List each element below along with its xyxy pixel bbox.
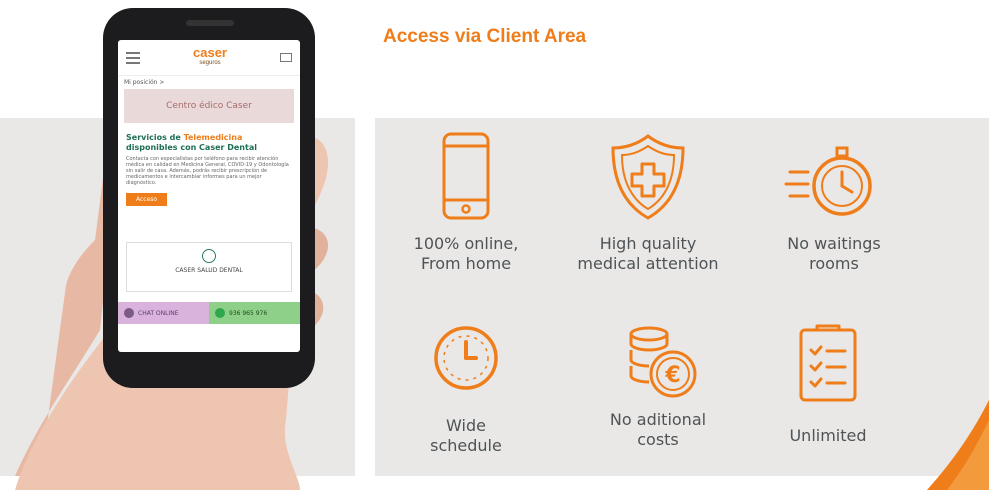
svg-text:€: €	[664, 363, 680, 388]
stopwatch-icon	[784, 146, 872, 216]
dental-label: CASER SALUD DENTAL	[175, 267, 243, 274]
clipboard-checklist-icon	[799, 324, 857, 402]
feature-label: Unlimited	[789, 426, 867, 445]
feature-label: No waitings rooms	[787, 234, 881, 273]
chat-icon	[124, 308, 134, 318]
feature-schedule: Wide schedule	[376, 318, 556, 456]
phone-screen: caser seguros Mi posición > Centro édico…	[118, 40, 300, 352]
euro-coins-icon: €	[629, 326, 697, 398]
contact-bar: CHAT ONLINE 936 965 976	[118, 302, 300, 324]
breadcrumb[interactable]: Mi posición >	[118, 76, 300, 89]
phone-number: 936 965 976	[229, 309, 268, 317]
feature-unlimited: Unlimited	[738, 318, 918, 446]
hamburger-menu-icon[interactable]	[126, 49, 140, 67]
page-title: Access via Client Area	[383, 26, 587, 47]
chat-online-button[interactable]: CHAT ONLINE	[118, 302, 209, 324]
banner-text: Centro édico Caser	[166, 101, 252, 111]
feature-no-costs: € No aditional costs	[568, 316, 748, 450]
app-header: caser seguros	[118, 40, 300, 76]
page: Access via Client Area 100% online, From…	[0, 0, 989, 490]
card-title-part: disponibles con Caser Dental	[126, 143, 257, 152]
whatsapp-icon	[215, 308, 225, 318]
corner-swoosh-decoration	[927, 400, 989, 490]
card-title: Servicios de Telemedicina disponibles co…	[126, 133, 292, 153]
whatsapp-button[interactable]: 936 965 976	[209, 302, 300, 324]
telemedicine-card: Servicios de Telemedicina disponibles co…	[118, 123, 300, 210]
feature-label: No aditional costs	[609, 410, 707, 449]
clock-icon	[434, 326, 498, 390]
feature-label: Wide schedule	[430, 416, 502, 455]
card-body: Contacta con especialistas por teléfono …	[126, 156, 289, 186]
mail-icon[interactable]	[279, 53, 292, 62]
phone-notch	[186, 20, 234, 26]
card-title-highlight: Telemedicina	[183, 133, 243, 142]
shield-cross-icon	[611, 134, 685, 220]
feature-label: 100% online, From home	[413, 234, 519, 273]
feature-no-wait: No waitings rooms	[744, 134, 924, 274]
tablet-icon	[442, 132, 490, 220]
dental-icon	[202, 249, 216, 263]
caser-logo: caser seguros	[193, 46, 227, 69]
feature-label: High quality medical attention	[577, 234, 719, 273]
feature-online: 100% online, From home	[376, 128, 556, 274]
card-title-part: Servicios de	[126, 133, 184, 142]
chat-label: CHAT ONLINE	[138, 309, 179, 317]
caser-dental-box[interactable]: CASER SALUD DENTAL	[126, 242, 292, 292]
centro-medico-banner: Centro édico Caser	[124, 89, 294, 123]
access-button[interactable]: Acceso	[126, 193, 168, 206]
feature-quality: High quality medical attention	[558, 128, 738, 274]
